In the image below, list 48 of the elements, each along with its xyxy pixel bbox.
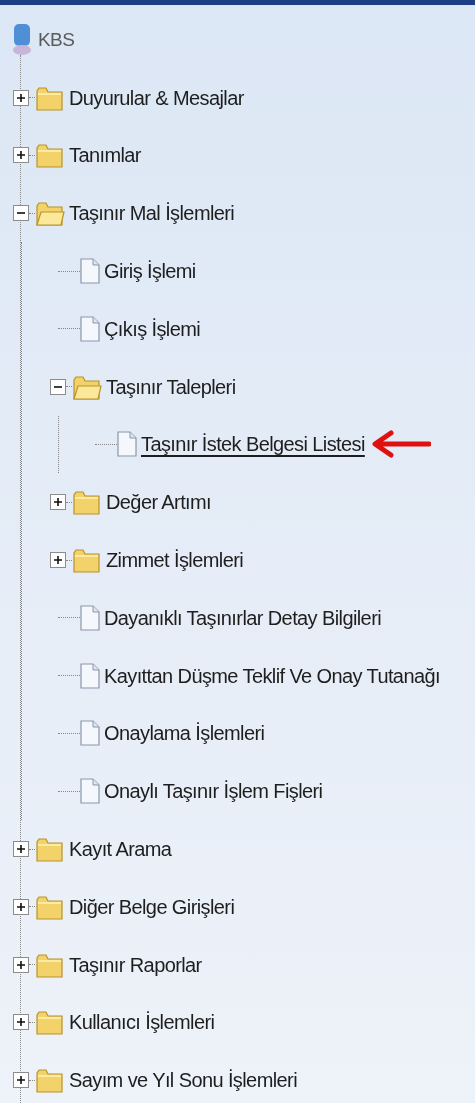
expand-toggle[interactable] <box>50 494 66 511</box>
document-icon <box>80 315 100 342</box>
expand-toggle[interactable] <box>13 205 29 222</box>
tree-item-label[interactable]: Değer Artımı <box>106 487 212 518</box>
tree-item-label[interactable]: Kullanıcı İşlemleri <box>69 1007 215 1038</box>
tree-item-label[interactable]: Kayıt Arama <box>69 834 172 865</box>
plus-icon <box>53 555 63 566</box>
tree-item-label[interactable]: Zimmet İşlemleri <box>106 545 244 576</box>
tree-item-label[interactable]: Çıkış İşlemi <box>104 313 201 344</box>
plus-icon <box>16 150 26 161</box>
expand-toggle[interactable] <box>13 1014 29 1031</box>
tree-item-label[interactable]: Onaylama İşlemleri <box>104 718 265 749</box>
tree-item-label[interactable]: Onaylı Taşınır İşlem Fişleri <box>104 776 323 807</box>
tree-item-label[interactable]: Taşınır Mal İşlemleri <box>69 198 235 229</box>
plus-icon <box>16 1017 26 1028</box>
plus-icon <box>16 844 26 855</box>
document-icon <box>80 778 100 805</box>
expand-toggle[interactable] <box>13 89 29 106</box>
tree-item-label[interactable]: Giriş İşlemi <box>104 256 196 287</box>
expand-toggle[interactable] <box>13 841 29 858</box>
document-icon <box>80 258 100 285</box>
tree-item-label[interactable]: Sayım ve Yıl Sonu İşlemleri <box>69 1065 297 1096</box>
expand-toggle[interactable] <box>13 1072 29 1089</box>
tree-item-label[interactable]: Taşınır İstek Belgesi Listesi <box>141 429 365 460</box>
root-label: KBS <box>38 27 75 52</box>
plus-icon <box>53 497 63 508</box>
plus-icon <box>16 92 26 103</box>
expand-toggle[interactable] <box>13 147 29 164</box>
document-icon <box>80 662 100 689</box>
tree-item-label[interactable]: Tanımlar <box>69 140 141 171</box>
tree-item-label[interactable]: Taşınır Raporlar <box>69 949 202 980</box>
expand-toggle[interactable] <box>13 898 29 915</box>
computer-user-icon <box>10 22 34 57</box>
document-icon <box>117 431 137 458</box>
tree-item-label[interactable]: Taşınır Talepleri <box>106 371 236 402</box>
plus-icon <box>16 959 26 970</box>
plus-icon <box>16 1075 26 1086</box>
expand-toggle[interactable] <box>13 956 29 973</box>
expand-toggle[interactable] <box>50 552 66 569</box>
tree-item-label[interactable]: Diğer Belge Girişleri <box>69 891 235 922</box>
expand-toggle[interactable] <box>50 378 66 395</box>
tree-item-label[interactable]: Dayanıklı Taşınırlar Detay Bilgileri <box>104 602 382 633</box>
pointer-arrow-icon <box>370 429 431 460</box>
document-icon <box>80 604 100 631</box>
tree-item-label[interactable]: Duyurular & Mesajlar <box>69 82 244 113</box>
tree-item-label[interactable]: Kayıttan Düşme Teklif Ve Onay Tutanağı <box>104 660 440 691</box>
document-icon <box>80 720 100 747</box>
plus-icon <box>16 901 26 912</box>
